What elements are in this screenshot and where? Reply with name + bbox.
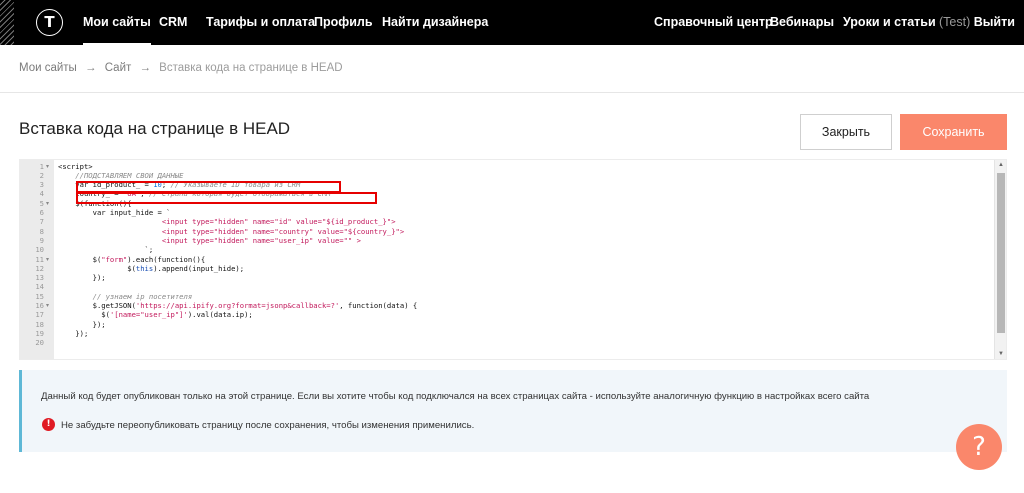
line-number: 13 <box>35 273 44 283</box>
line-number: 5 <box>39 198 44 208</box>
breadcrumb-current: Вставка кода на странице в HEAD <box>159 62 343 74</box>
code-token: var input_hide = ` <box>58 208 171 217</box>
editor-scrollbar[interactable]: ▲ ▼ <box>994 160 1006 359</box>
fold-toggle-icon[interactable]: ▾ <box>46 162 52 171</box>
tilda-logo-icon[interactable]: T <box>36 9 63 36</box>
line-number: 11 <box>35 254 44 264</box>
code-line: <input type="hidden" name="country" valu… <box>58 227 404 236</box>
line-number: 20 <box>35 338 44 348</box>
breadcrumb-site[interactable]: Сайт <box>105 62 132 74</box>
code-line: $.getJSON('https://api.ipify.org?format=… <box>58 301 418 310</box>
nav-crm[interactable]: CRM <box>159 0 187 45</box>
breadcrumb: Мои сайты → Сайт → Вставка кода на стран… <box>19 62 348 74</box>
code-line: // узнаем ip посетителя <box>58 291 193 301</box>
code-token: <input type="hidden" name="user_ip" valu… <box>58 235 361 245</box>
line-number: 4 <box>39 189 44 199</box>
warning-icon: ! <box>42 418 55 431</box>
code-token: $( <box>58 310 110 320</box>
scroll-down-icon[interactable]: ▼ <box>997 351 1005 357</box>
line-number-gutter: 1 ▾ 2 3 4 5 ▾ 6 7 8 9 10 11 ▾ 12 13 14 15 16 ▾ 17 18 19 20 <box>20 160 54 359</box>
nav-help-center[interactable]: Справочный центр <box>654 0 773 45</box>
code-line: $('[name="user_ip"]').val(data.ip); <box>58 310 253 320</box>
nav-decoration <box>0 0 14 45</box>
code-token: ).each(function(){ <box>127 254 206 264</box>
nav-find-designer[interactable]: Найти дизайнера <box>382 0 488 45</box>
save-button[interactable]: Сохранить <box>900 114 1007 150</box>
code-editor[interactable]: 1 ▾ 2 3 4 5 ▾ 6 7 8 9 10 11 ▾ 12 13 14 15 16 ▾ 17 18 19 20 <scr… <box>19 159 1007 360</box>
code-line: $("form").each(function(){ <box>58 254 206 264</box>
logout-link[interactable]: Выйти <box>974 15 1015 29</box>
top-nav: T Мои сайты CRM Тарифы и оплата Профиль … <box>0 0 1024 45</box>
code-token: // узнаем ip посетителя <box>92 291 193 301</box>
nav-webinars[interactable]: Вебинары <box>770 0 834 45</box>
page-title: Вставка кода на странице в HEAD <box>19 119 291 138</box>
code-token: ).append(input_hide); <box>153 263 245 273</box>
line-number: 16 <box>35 301 44 310</box>
code-token: "form" <box>101 254 128 264</box>
line-number: 14 <box>35 282 44 292</box>
code-token: `; <box>58 245 154 255</box>
code-line: <input type="hidden" name="id" value="${… <box>58 217 396 226</box>
code-token: $( <box>58 254 102 264</box>
code-line: <script> <box>58 162 93 171</box>
scroll-up-icon[interactable]: ▲ <box>997 162 1005 168</box>
line-number: 9 <box>39 235 44 245</box>
line-number: 10 <box>35 245 44 255</box>
breadcrumb-separator: → <box>85 62 97 74</box>
nav-lessons[interactable]: Уроки и статьи <box>843 0 936 45</box>
code-token: }); <box>58 273 106 283</box>
line-number: 18 <box>35 319 44 329</box>
nav-user: (Test) Выйти <box>939 0 1015 45</box>
close-button[interactable]: Закрыть <box>800 114 892 150</box>
line-number: 1 <box>39 161 44 171</box>
code-line: //ПОДСТАВЛЯЕМ СВОИ ДАННЫЕ <box>58 170 184 180</box>
code-line: }); <box>58 329 88 338</box>
line-number: 2 <box>39 170 44 180</box>
code-line: <input type="hidden" name="user_ip" valu… <box>58 236 361 245</box>
divider <box>0 92 1024 93</box>
scrollbar-thumb[interactable] <box>997 173 1005 333</box>
code-line: `; <box>58 245 154 255</box>
code-token: ).val(data.ip); <box>187 310 253 320</box>
code-line: var input_hide = ` <box>58 208 171 217</box>
code-token: this <box>135 263 154 273</box>
code-line: $(this).append(input_hide); <box>58 264 244 273</box>
code-token: <input type="hidden" name="country" valu… <box>58 226 405 236</box>
nav-tariffs[interactable]: Тарифы и оплата <box>206 0 315 45</box>
code-token: $( <box>58 263 136 273</box>
code-token: }); <box>58 328 89 338</box>
code-token: //ПОДСТАВЛЯЕМ СВОИ ДАННЫЕ <box>58 170 184 180</box>
code-token: <script> <box>58 161 93 171</box>
code-token: }); <box>58 319 106 329</box>
line-number: 19 <box>35 328 44 338</box>
warning-text: Не забудьте переопубликовать страницу по… <box>61 420 475 431</box>
help-button[interactable]: ? <box>956 424 1002 470</box>
code-token: $.getJSON( <box>58 301 136 310</box>
line-number: 17 <box>35 310 44 320</box>
nav-profile[interactable]: Профиль <box>314 0 373 45</box>
line-number: 8 <box>39 226 44 236</box>
code-token: <input type="hidden" name="id" value="${… <box>58 217 396 227</box>
line-number: 3 <box>39 180 44 190</box>
code-line: }); <box>58 273 106 282</box>
user-tag: (Test) <box>939 15 971 29</box>
line-number: 7 <box>39 217 44 227</box>
code-token: '[name="user_ip"]' <box>109 310 188 320</box>
nav-my-sites[interactable]: Мои сайты <box>83 0 151 45</box>
code-token: 'https://api.ipify.org?format=jsonp&call… <box>135 301 340 310</box>
breadcrumb-my-sites[interactable]: Мои сайты <box>19 62 77 74</box>
fold-toggle-icon[interactable]: ▾ <box>46 255 52 264</box>
line-number: 6 <box>39 208 44 217</box>
code-line: }); <box>58 320 106 329</box>
line-number: 15 <box>35 291 44 301</box>
line-number: 12 <box>35 263 44 273</box>
fold-toggle-icon[interactable]: ▾ <box>46 301 52 310</box>
highlight-box-country <box>76 192 377 204</box>
fold-toggle-icon[interactable]: ▾ <box>46 199 52 208</box>
breadcrumb-separator: → <box>139 62 151 74</box>
code-token: , function(data) { <box>339 301 418 310</box>
info-text: Данный код будет опубликован только на э… <box>41 391 870 402</box>
info-box: Данный код будет опубликован только на э… <box>19 370 1007 452</box>
